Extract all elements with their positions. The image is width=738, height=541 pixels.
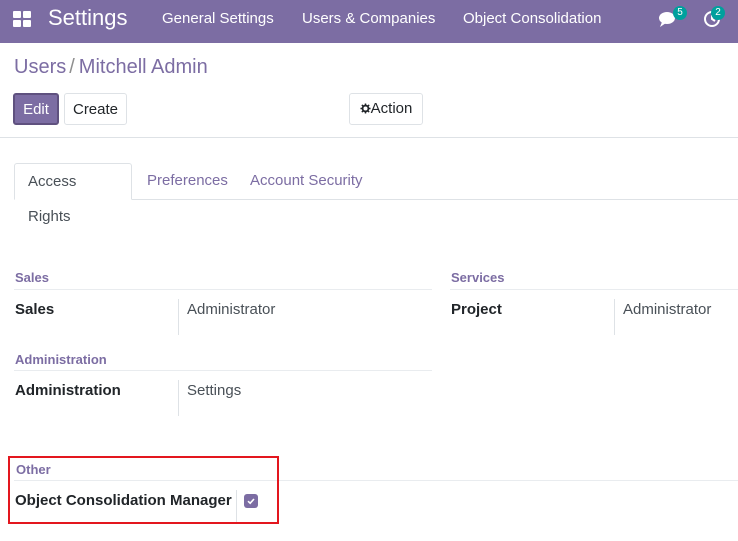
tab-access-rights[interactable]: Access Rights — [14, 163, 132, 225]
create-button[interactable]: Create — [64, 93, 127, 125]
tab-preferences[interactable]: Preferences — [147, 163, 228, 200]
group-separator-services — [450, 289, 738, 290]
app-title[interactable]: Settings — [48, 4, 128, 32]
group-separator-sales — [14, 289, 432, 290]
group-title-sales: Sales — [15, 270, 49, 285]
group-title-administration: Administration — [15, 352, 107, 367]
action-button[interactable]: Action — [349, 93, 423, 125]
field-label-project: Project — [451, 301, 502, 318]
menu-object-consolidation[interactable]: Object Consolidation — [463, 10, 601, 28]
breadcrumb-users-link[interactable]: Users — [14, 56, 66, 78]
field-value-project[interactable]: Administrator — [623, 301, 711, 319]
action-button-label: Action — [370, 100, 413, 117]
edit-button[interactable]: Edit — [13, 93, 59, 125]
field-divider-sales — [178, 299, 179, 335]
apps-menu-icon[interactable] — [13, 11, 31, 27]
menu-general-settings[interactable]: General Settings — [162, 10, 274, 28]
highlight-annotation-box — [8, 456, 279, 524]
field-label-sales: Sales — [15, 301, 55, 318]
control-panel-divider — [0, 137, 738, 138]
field-divider-administration — [178, 380, 179, 416]
breadcrumb-current: Mitchell Admin — [78, 56, 208, 78]
field-label-administration: Administration — [15, 382, 121, 399]
field-value-administration[interactable]: Settings — [187, 382, 241, 400]
breadcrumb-separator: / — [69, 56, 75, 78]
top-navbar: Settings General Settings Users & Compan… — [0, 0, 738, 43]
menu-users-companies[interactable]: Users & Companies — [302, 10, 435, 28]
field-divider-project — [614, 299, 615, 335]
tab-account-security[interactable]: Account Security — [250, 163, 363, 200]
group-separator-administration — [14, 370, 432, 371]
breadcrumb: Users / Mitchell Admin — [14, 55, 208, 79]
messages-badge: 5 — [673, 6, 687, 20]
activities-badge: 2 — [711, 6, 725, 20]
gear-icon — [360, 103, 371, 114]
field-value-sales[interactable]: Administrator — [187, 301, 275, 319]
group-title-services: Services — [451, 270, 505, 285]
